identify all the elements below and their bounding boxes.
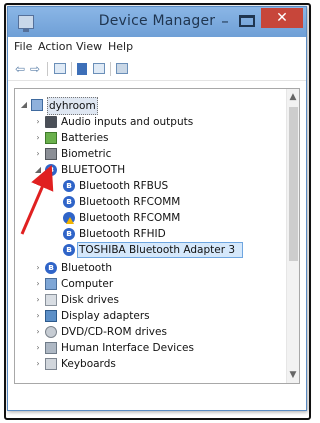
bluetooth-icon: ʙ [45,164,57,176]
expand-arrow-icon[interactable]: › [33,340,43,356]
tree-item-keyboards[interactable]: › Keyboards [33,356,273,372]
expand-arrow-icon[interactable]: › [33,356,43,372]
title-bar[interactable]: Device Manager – ✕ [8,7,306,37]
tree-item-audio[interactable]: › Audio inputs and outputs [33,114,273,130]
tree-item-label: Bluetooth RFBUS [79,180,169,192]
tree-child-bluetooth-rfbus[interactable]: ʙ Bluetooth RFBUS [63,178,263,194]
tree-item-label: Audio inputs and outputs [61,116,194,128]
keyboard-icon [45,358,57,370]
toolbar: ⇦ ⇨ [8,57,306,81]
tree-item-bluetooth[interactable]: › ʙ Bluetooth [33,260,273,276]
disk-drive-icon [45,294,57,306]
toolbar-separator [110,62,111,76]
tree-item-batteries[interactable]: › Batteries [33,130,273,146]
tree-item-hid[interactable]: › Human Interface Devices [33,340,273,356]
bluetooth-icon: ʙ [63,196,75,208]
tree-item-label: TOSHIBA Bluetooth Adapter 3 [79,244,236,256]
tree-item-display-adapters[interactable]: › Display adapters [33,308,273,324]
menu-help[interactable]: Help [108,40,133,53]
menu-bar: File Action View Help [8,37,306,57]
vertical-scrollbar[interactable]: ▲ ▼ [286,89,299,383]
toolbar-separator [47,62,48,76]
collapse-arrow-icon[interactable]: ◢ [19,97,29,113]
battery-icon [45,132,57,144]
hid-icon [45,342,57,354]
scroll-up-icon[interactable]: ▲ [287,92,299,102]
back-arrow-icon[interactable]: ⇦ [13,62,27,76]
computer-icon [45,278,57,290]
bluetooth-icon: ʙ [63,244,75,256]
close-button[interactable]: ✕ [261,8,303,28]
expand-arrow-icon[interactable]: › [33,260,43,276]
properties-icon[interactable] [54,63,66,74]
tree-child-bluetooth-rfcomm[interactable]: ʙ Bluetooth RFCOMM [63,194,263,210]
tree-child-toshiba-adapter[interactable]: ʙ TOSHIBA Bluetooth Adapter 3 [63,242,263,258]
bluetooth-icon: ʙ [63,228,75,240]
tree-item-label: Bluetooth RFCOMM [79,212,181,224]
tree-item-label: Keyboards [61,358,116,370]
tree-item-label: Bluetooth RFCOMM [79,196,181,208]
expand-arrow-icon[interactable]: › [33,276,43,292]
scan-hardware-icon[interactable] [116,63,128,74]
tree-item-computer[interactable]: › Computer [33,276,273,292]
maximize-button[interactable] [239,15,255,27]
menu-file[interactable]: File [14,40,32,53]
display-adapter-icon [45,310,57,322]
scroll-down-icon[interactable]: ▼ [287,370,299,380]
tree-root[interactable]: ◢ dyhroom [19,97,139,115]
minimize-button[interactable]: – [215,14,235,29]
tree-child-bluetooth-rfhid[interactable]: ʙ Bluetooth RFHID [63,226,263,242]
tree-item-biometric[interactable]: › Biometric [33,146,273,162]
tree-child-bluetooth-rfcomm-warning[interactable]: Bluetooth RFCOMM [63,210,263,226]
tree-item-label: Bluetooth RFHID [79,228,166,240]
menu-action[interactable]: Action [38,40,72,53]
help-icon[interactable] [77,63,87,75]
collapse-arrow-icon[interactable]: ◢ [33,162,43,178]
bluetooth-warning-icon [63,212,75,224]
computer-root-icon [31,99,43,111]
forward-arrow-icon[interactable]: ⇨ [28,62,42,76]
device-tree[interactable]: ◢ dyhroom › Audio inputs and outputs › B… [14,88,300,384]
expand-arrow-icon[interactable]: › [33,114,43,130]
menu-view[interactable]: View [76,40,102,53]
tree-item-label: BLUETOOTH [61,164,126,176]
tree-item-dvd-drives[interactable]: › DVD/CD-ROM drives [33,324,273,340]
tree-item-label: DVD/CD-ROM drives [61,326,167,338]
expand-arrow-icon[interactable]: › [33,130,43,146]
dvd-drive-icon [45,326,57,338]
tree-item-label: Biometric [61,148,112,160]
show-hidden-icon[interactable] [93,63,105,74]
bluetooth-icon: ʙ [63,180,75,192]
tree-item-label: Human Interface Devices [61,342,194,354]
tree-item-label: Batteries [61,132,109,144]
expand-arrow-icon[interactable]: › [33,292,43,308]
bluetooth-icon: ʙ [45,262,57,274]
tree-item-label: Display adapters [61,310,150,322]
tree-item-label: Computer [61,278,114,290]
toolbar-separator [71,62,72,76]
expand-arrow-icon[interactable]: › [33,146,43,162]
scrollbar-thumb[interactable] [289,107,298,261]
tree-item-disk-drives[interactable]: › Disk drives [33,292,273,308]
tree-item-label: Bluetooth [61,262,112,274]
tree-root-label: dyhroom [47,97,98,115]
expand-arrow-icon[interactable]: › [33,324,43,340]
speaker-icon [45,116,57,128]
fingerprint-icon [45,148,57,160]
tree-item-label: Disk drives [61,294,119,306]
expand-arrow-icon[interactable]: › [33,308,43,324]
device-manager-window: Device Manager – ✕ File Action View Help… [7,6,307,411]
tree-item-bluetooth-expanded[interactable]: ◢ ʙ BLUETOOTH [33,162,273,178]
